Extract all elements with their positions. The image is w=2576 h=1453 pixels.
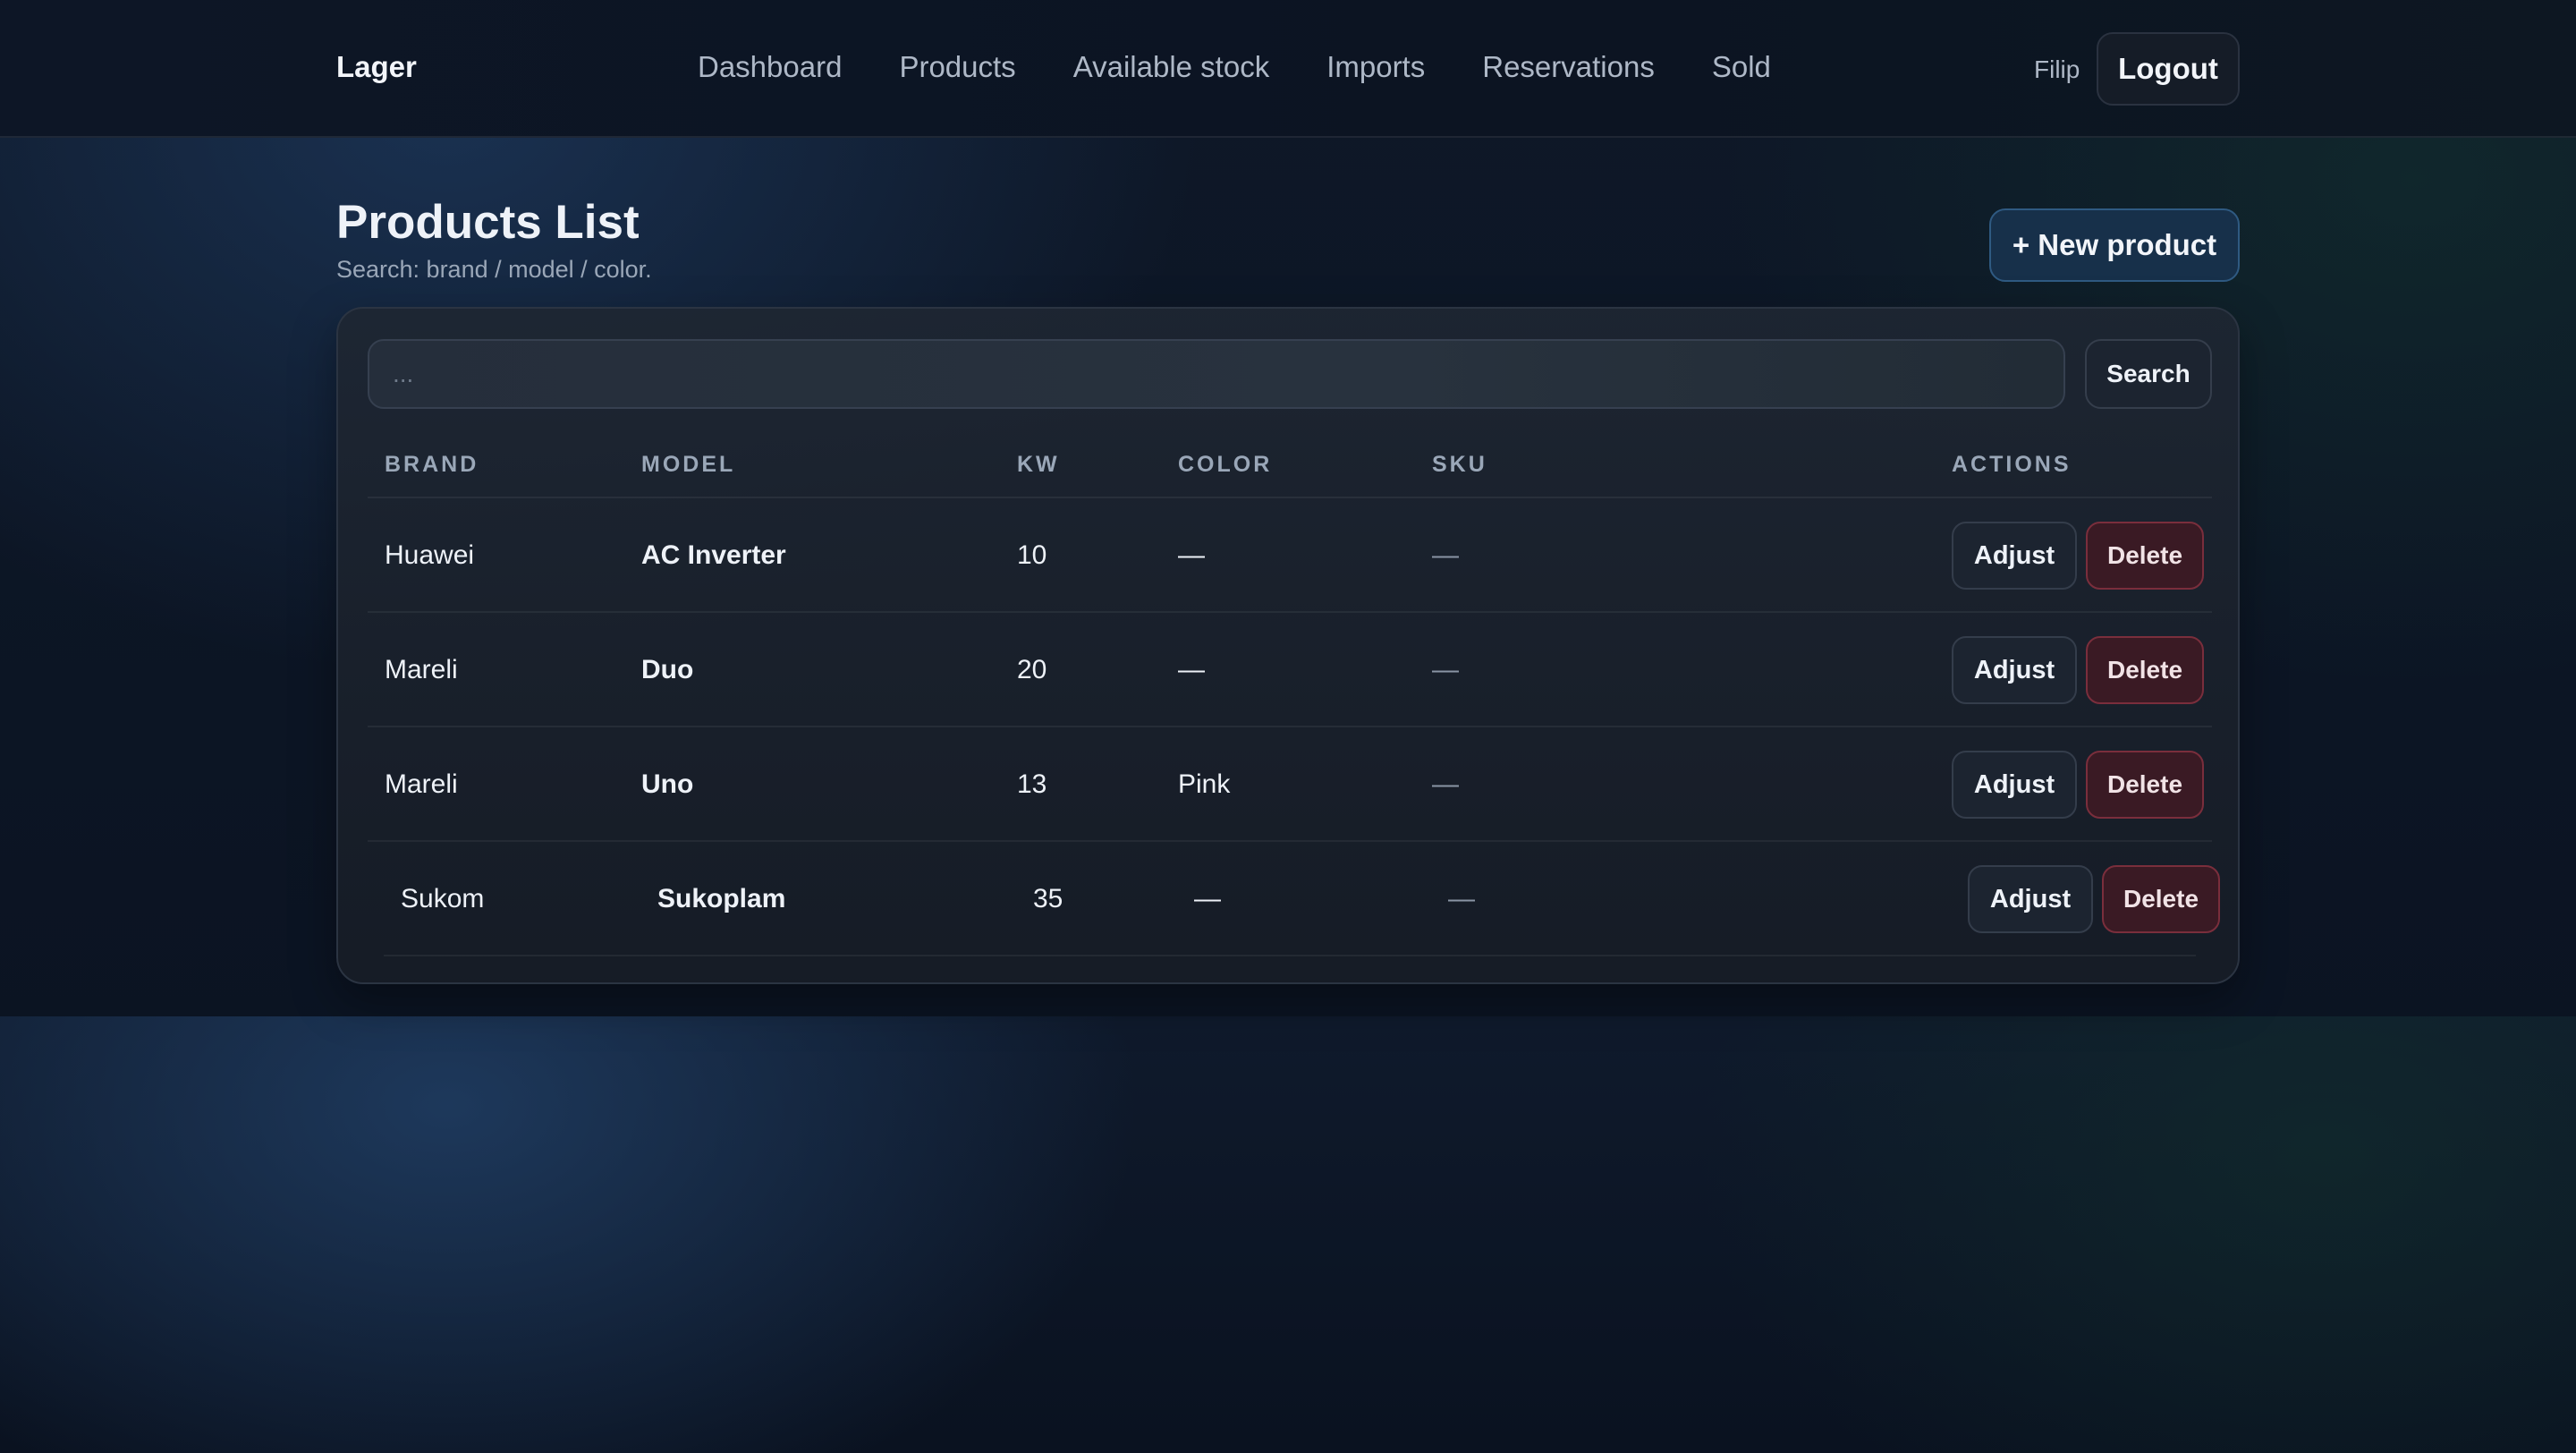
cell-kw: 13 xyxy=(1017,769,1047,799)
row-actions: Adjust Delete xyxy=(1952,636,2204,704)
cell-kw: 10 xyxy=(1017,540,1047,570)
cell-kw: 20 xyxy=(1017,655,1047,684)
cell-model: Uno xyxy=(641,769,694,799)
cell-color: — xyxy=(1178,540,1205,570)
new-product-button[interactable]: + New product xyxy=(1989,208,2240,282)
delete-button[interactable]: Delete xyxy=(2086,636,2204,704)
cell-brand: Sukom xyxy=(401,884,485,913)
delete-button[interactable]: Delete xyxy=(2086,522,2204,590)
nav-link-imports[interactable]: Imports xyxy=(1326,50,1425,84)
cell-brand: Mareli xyxy=(385,655,458,684)
cell-color: — xyxy=(1194,884,1221,913)
adjust-button[interactable]: Adjust xyxy=(1952,636,2077,704)
brand-logo[interactable]: Lager xyxy=(336,50,417,84)
table-row: Mareli Duo 20 — — Adjust Delete xyxy=(368,613,2212,727)
search-button[interactable]: Search xyxy=(2085,339,2212,409)
delete-button[interactable]: Delete xyxy=(2102,865,2220,933)
nav-link-products[interactable]: Products xyxy=(899,50,1015,84)
adjust-button[interactable]: Adjust xyxy=(1952,751,2077,819)
table-row: Mareli Uno 13 Pink — Adjust Delete xyxy=(368,727,2212,842)
cell-sku: — xyxy=(1432,655,1459,684)
column-header-model[interactable]: Model xyxy=(641,452,735,478)
cell-brand: Huawei xyxy=(385,540,475,570)
delete-button[interactable]: Delete xyxy=(2086,751,2204,819)
adjust-button[interactable]: Adjust xyxy=(1968,865,2093,933)
user-name: Filip xyxy=(2034,55,2080,83)
page: Lager Dashboard Products Available stock… xyxy=(0,0,2576,1453)
column-header-brand[interactable]: Brand xyxy=(385,452,479,478)
cell-sku: — xyxy=(1432,769,1459,799)
nav-link-reservations[interactable]: Reservations xyxy=(1482,50,1655,84)
table-row: Huawei AC Inverter 10 — — Adjust Delete xyxy=(368,498,2212,613)
cell-model: Duo xyxy=(641,655,694,684)
search-input[interactable] xyxy=(368,339,2065,409)
column-header-color[interactable]: Color xyxy=(1178,452,1272,478)
top-navbar: Lager Dashboard Products Available stock… xyxy=(0,0,2576,138)
column-header-kw[interactable]: KW xyxy=(1017,452,1060,478)
adjust-button[interactable]: Adjust xyxy=(1952,522,2077,590)
cell-color: Pink xyxy=(1178,769,1231,799)
table-row: Sukom Sukoplam 35 — — Adjust Delete xyxy=(384,842,2220,956)
cell-model: Sukoplam xyxy=(657,884,786,913)
page-title: Products List xyxy=(336,196,640,249)
cell-model: AC Inverter xyxy=(641,540,786,570)
nav-link-available-stock[interactable]: Available stock xyxy=(1073,50,1270,84)
row-actions: Adjust Delete xyxy=(1952,751,2204,819)
products-card: Search Brand Model KW Color SKU Actions … xyxy=(336,307,2240,984)
table-header: Brand Model KW Color SKU Actions xyxy=(368,434,2212,498)
cell-color: — xyxy=(1178,655,1205,684)
row-actions: Adjust Delete xyxy=(1952,522,2204,590)
column-header-sku[interactable]: SKU xyxy=(1432,452,1487,478)
column-header-actions: Actions xyxy=(1952,452,2072,477)
cell-kw: 35 xyxy=(1033,884,1063,913)
page-background-lower xyxy=(0,1016,2576,1453)
nav-links: Dashboard Products Available stock Impor… xyxy=(698,50,1771,84)
nav-link-dashboard[interactable]: Dashboard xyxy=(698,50,842,84)
products-table: Brand Model KW Color SKU Actions Huawei … xyxy=(368,434,2220,956)
cell-brand: Mareli xyxy=(385,769,458,799)
cell-sku: — xyxy=(1448,884,1475,913)
logout-button[interactable]: Logout xyxy=(2097,32,2240,106)
cell-sku: — xyxy=(1432,540,1459,570)
row-actions: Adjust Delete xyxy=(1968,865,2220,933)
page-subtitle: Search: brand / model / color. xyxy=(336,256,652,283)
nav-link-sold[interactable]: Sold xyxy=(1712,50,1771,84)
